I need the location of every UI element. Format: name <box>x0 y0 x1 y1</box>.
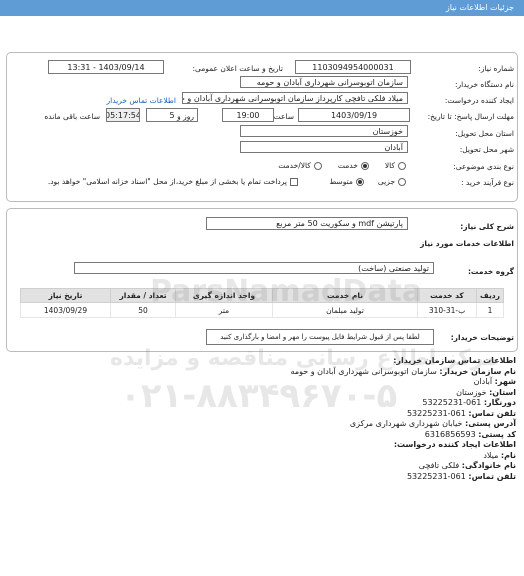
contact-postal: کد پستی: 6316856593 <box>424 429 516 439</box>
need-number-label: شماره نیاز: <box>478 64 514 73</box>
creator-info-title: اطلاعات ایجاد کننده درخواست: <box>393 440 516 449</box>
process-option-1[interactable]: متوسط <box>329 177 364 186</box>
category-radio-1[interactable] <box>360 161 369 170</box>
process-option-0[interactable]: جزیی <box>378 177 406 186</box>
page-header: جزئیات اطلاعات نیاز <box>0 0 524 16</box>
province-field: خوزستان <box>240 125 408 137</box>
services-section-title: اطلاعات خدمات مورد نیاز <box>420 239 514 248</box>
creator-label: ایجاد کننده درخواست: <box>444 96 514 105</box>
buyer-notes-label: توضیحات خریدار: <box>450 333 514 342</box>
description-label: شرح کلی نیاز: <box>460 222 514 231</box>
payment-checkbox[interactable] <box>290 177 298 186</box>
city-label: شهر محل تحویل: <box>459 145 514 154</box>
creator-name: نام: میلاد <box>483 450 516 460</box>
col-date: تاریخ نیاز <box>20 288 111 303</box>
process-radio-group: جزیی متوسط <box>329 177 406 186</box>
creator-family: نام خانوادگی: فلکی تافچی <box>418 461 516 470</box>
city-field: آبادان <box>240 141 408 153</box>
watermark-brand: ParsNamadData <box>150 274 423 309</box>
process-radio-0[interactable] <box>398 177 406 186</box>
buyer-notes-field: لطفا پس از قبول شرایط فایل پیوست را مهر … <box>206 329 434 345</box>
creator-phone: تلفن تماس: 061-53225231 <box>406 471 516 481</box>
remaining-time-label: ساعت باقی مانده <box>44 112 100 121</box>
days-label: روز و <box>177 112 194 121</box>
cell-code: ب-31-310 <box>417 302 477 318</box>
buyer-org-field: سازمان اتوبوسرانی شهرداری آبادان و حومه <box>240 76 408 88</box>
announce-date-field: 1403/09/14 - 13:31 <box>48 60 164 74</box>
announce-date-label: تاریخ و ساعت اعلان عمومی: <box>192 64 283 73</box>
payment-option: پرداخت تمام یا بخشی از مبلغ خرید،از محل … <box>48 177 298 186</box>
need-number-field: 1103094954000031 <box>295 60 411 74</box>
province-label: استان محل تحویل: <box>455 129 514 138</box>
category-option-label-0: کالا <box>384 161 395 170</box>
category-radio-0[interactable] <box>398 161 406 170</box>
description-field: پارتیشن mdf و سکوریت 50 متر مربع <box>206 217 408 230</box>
category-option-label-1: خدمت <box>337 161 358 170</box>
category-option-0[interactable]: کالا <box>385 161 406 170</box>
deadline-time-field: 19:00 <box>222 108 274 122</box>
service-group-label: گروه خدمت: <box>467 267 514 276</box>
watermark-phone: ۰۲۱-۸۸۳۴۹۶۷۰-۵ <box>120 376 398 416</box>
process-option-label-1: متوسط <box>329 177 353 186</box>
service-group-field: تولید صنعتی (ساخت) <box>74 262 434 274</box>
contact-address: آدرس پستی: خیابان شهرداری شهرداری مرکزی <box>349 419 516 428</box>
page-title: جزئیات اطلاعات نیاز <box>445 3 514 12</box>
deadline-date-field: 1403/09/19 <box>298 108 410 122</box>
watermark-company: مرکز اطلاع رسانی مناقصه و مزایده <box>110 346 498 371</box>
category-label: نوع بندی موضوعی: <box>453 162 514 171</box>
process-radio-1[interactable] <box>355 177 364 186</box>
category-option-1[interactable]: خدمت <box>338 161 369 170</box>
category-option-label-2: کالا/خدمت <box>278 161 311 170</box>
process-label: نوع فرآیند خرید : <box>460 178 514 187</box>
process-option-label-0: جزیی <box>377 177 395 186</box>
contact-info: اطلاعات تماس سازمان خریدار: نام سازمان خ… <box>136 356 516 482</box>
cell-row: 1 <box>476 302 504 318</box>
creator-field: میلاد فلکی تافچی کارپرداز سازمان اتوبوسر… <box>182 92 408 104</box>
deadline-label: مهلت ارسال پاسخ: تا تاریخ: <box>427 112 514 121</box>
col-code: کد خدمت <box>417 288 477 303</box>
payment-note: پرداخت تمام یا بخشی از مبلغ خرید،از محل … <box>47 177 287 186</box>
buyer-contact-link[interactable]: اطلاعات تماس خریدار <box>107 96 177 105</box>
cell-date: 1403/09/29 <box>20 302 111 318</box>
buyer-org-label: نام دستگاه خریدار: <box>454 80 514 89</box>
col-row: ردیف <box>476 288 504 303</box>
category-radio-2[interactable] <box>313 161 322 170</box>
remaining-time-field: 05:17:54 <box>106 108 140 122</box>
deadline-time-label: ساعت <box>273 112 294 121</box>
category-option-2[interactable]: کالا/خدمت <box>278 161 322 170</box>
category-radio-group: کالا خدمت کالا/خدمت <box>278 161 406 170</box>
